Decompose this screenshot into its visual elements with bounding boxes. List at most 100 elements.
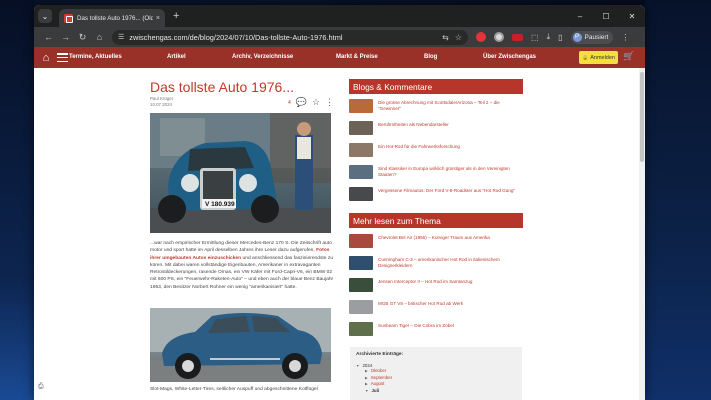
car-photo-illustration bbox=[150, 113, 331, 233]
blog-list-item[interactable]: Die grosse Abrechnung mit Scottsdale/Ari… bbox=[349, 99, 523, 121]
related-list-item[interactable]: Sunbeam Tiger – Die Cobra im Zobel bbox=[349, 322, 523, 344]
hamburger-menu-icon[interactable] bbox=[57, 53, 68, 62]
desktop-wallpaper-left bbox=[0, 0, 34, 400]
sidepanel-icon[interactable]: ▯ bbox=[558, 33, 562, 42]
nav-link-markt[interactable]: Markt & Preise bbox=[336, 54, 378, 60]
comment-icon[interactable]: 💬 bbox=[296, 97, 307, 108]
related-thumbnail bbox=[349, 322, 373, 336]
more-reading-list: Chevrolet Bel Air (1956) – Kurviger Trau… bbox=[349, 234, 523, 344]
archive-month-current[interactable]: ▼ Juli bbox=[365, 388, 516, 395]
collapse-triangle-icon: ▶ bbox=[365, 369, 368, 373]
article-paragraph: ...war nach empirischer Ermittlung diese… bbox=[150, 241, 334, 290]
site-home-icon[interactable]: ⌂ bbox=[39, 51, 53, 65]
more-reading-heading: Mehr lesen zum Thema bbox=[349, 213, 523, 228]
archive-month[interactable]: ▶ August bbox=[365, 381, 516, 388]
article-actions: 4 💬 ☆ ⋮ bbox=[288, 97, 334, 108]
url-text: zwischengas.com/de/blog/2024/07/10/Das-t… bbox=[129, 32, 343, 42]
article-paragraph-continued: Slot-Mags, White-Letter-Tires, seitliche… bbox=[150, 387, 318, 392]
related-list-item[interactable]: MGB GT V8 – britischer Hot Rod ab Werk bbox=[349, 300, 523, 322]
close-tab-icon[interactable]: × bbox=[156, 15, 160, 22]
related-item-title: Sunbeam Tiger – Die Cobra im Zobel bbox=[378, 323, 454, 328]
cart-icon[interactable]: 🛒 bbox=[623, 51, 634, 62]
blog-item-title: Vergessene Filmautos: Der Ford V-8-Roads… bbox=[378, 188, 516, 193]
close-window-button[interactable]: ✕ bbox=[619, 5, 645, 27]
nav-link-artikel[interactable]: Artikel bbox=[167, 54, 186, 60]
blog-item-title: Die grosse Abrechnung mit Scottsdale/Ari… bbox=[378, 100, 500, 112]
page-scrollbar[interactable] bbox=[639, 68, 645, 400]
related-thumbnail bbox=[349, 278, 373, 292]
lock-icon: 🔒 bbox=[581, 54, 589, 61]
nav-link-termine[interactable]: Termine, Aktuelles bbox=[69, 54, 122, 60]
nav-link-archiv[interactable]: Archiv, Verzeichnisse bbox=[232, 54, 293, 60]
favorite-star-icon[interactable]: ☆ bbox=[312, 97, 320, 108]
comment-count: 4 bbox=[288, 99, 291, 106]
blog-thumbnail bbox=[349, 187, 373, 201]
blog-thumbnail bbox=[349, 165, 373, 179]
bookmark-star-icon[interactable]: ☆ bbox=[455, 33, 462, 42]
archive-month[interactable]: ▶ September bbox=[365, 375, 516, 382]
extension-tape-icon[interactable] bbox=[512, 33, 523, 41]
blog-list-item[interactable]: Sind Klassiker in Europa wirklich günsti… bbox=[349, 165, 523, 187]
extension-gray-icon[interactable] bbox=[494, 32, 504, 42]
archive-heading: Archivierte Einträge: bbox=[356, 352, 404, 357]
login-label: Anmelden bbox=[590, 54, 615, 61]
login-button[interactable]: 🔒 Anmelden bbox=[579, 51, 618, 64]
blog-list-item[interactable]: Ein Hot-Rod für die Fahrwerksforschung bbox=[349, 143, 523, 165]
new-tab-button[interactable]: + bbox=[173, 10, 179, 22]
blog-list-item[interactable]: Berühmtheiten als Nebendarsteller bbox=[349, 121, 523, 143]
related-item-title: MGB GT V8 – britischer Hot Rod ab Werk bbox=[378, 301, 464, 306]
extension-red-icon[interactable] bbox=[476, 32, 486, 42]
profile-status-label: Pausiert bbox=[584, 33, 609, 41]
nav-link-blog[interactable]: Blog bbox=[424, 54, 437, 60]
car-side-photo-illustration bbox=[150, 308, 331, 382]
related-item-title: Chevrolet Bel Air (1956) – Kurviger Trau… bbox=[378, 235, 490, 240]
blog-item-title: Ein Hot-Rod für die Fahrwerksforschung bbox=[378, 144, 460, 149]
related-list-item[interactable]: Cunningham C-3 – amerikanischer Hot Rod … bbox=[349, 256, 523, 278]
related-thumbnail bbox=[349, 234, 373, 248]
site-navbar: ⌂ Termine, Aktuelles Artikel Archiv, Ver… bbox=[34, 47, 645, 68]
blog-item-title: Berühmtheiten als Nebendarsteller bbox=[378, 122, 449, 127]
scrollbar-thumb[interactable] bbox=[640, 72, 644, 162]
active-tab[interactable]: Das tollste Auto 1976... (Oldtimer-Bl...… bbox=[59, 9, 165, 27]
license-plate-text: V 180.939 bbox=[205, 201, 235, 208]
article-date: 10.07.2024 bbox=[150, 102, 172, 107]
article-title: Das tollste Auto 1976... bbox=[150, 79, 294, 95]
related-list-item[interactable]: Chevrolet Bel Air (1956) – Kurviger Trau… bbox=[349, 234, 523, 256]
menu-dots-icon[interactable]: ⋮ bbox=[621, 33, 629, 42]
article-photo-car-side[interactable] bbox=[150, 308, 331, 382]
site-info-icon[interactable]: ☰ bbox=[118, 33, 124, 41]
tab-strip: ⌄ Das tollste Auto 1976... (Oldtimer-Bl.… bbox=[34, 5, 645, 27]
window-controls: – ☐ ✕ bbox=[567, 5, 645, 27]
maximize-button[interactable]: ☐ bbox=[593, 5, 619, 27]
minimize-button[interactable]: – bbox=[567, 5, 593, 27]
translate-icon[interactable]: ⇆ bbox=[442, 33, 449, 42]
browser-toolbar: ← → ↻ ⌂ ☰ zwischengas.com/de/blog/2024/0… bbox=[34, 27, 645, 47]
more-options-icon[interactable]: ⋮ bbox=[325, 97, 334, 108]
desktop-wallpaper-right bbox=[645, 0, 711, 400]
profile-button[interactable]: P Pausiert bbox=[570, 30, 614, 44]
page-tool-icon[interactable]: ⎙ bbox=[38, 383, 44, 391]
nav-link-ueber[interactable]: Über Zwischengas bbox=[483, 54, 536, 60]
collapse-triangle-icon: ▶ bbox=[365, 375, 368, 380]
tab-search-icon[interactable]: ⌄ bbox=[38, 9, 52, 23]
related-list-item[interactable]: Jensen Interceptor II – Hot Rod im Samta… bbox=[349, 278, 523, 300]
address-bar[interactable]: ☰ zwischengas.com/de/blog/2024/07/10/Das… bbox=[112, 29, 468, 45]
related-thumbnail bbox=[349, 300, 373, 314]
collapse-triangle-icon: ▶ bbox=[365, 382, 368, 387]
blog-thumbnail bbox=[349, 143, 373, 157]
forward-arrow-icon[interactable]: → bbox=[57, 32, 74, 42]
home-icon[interactable]: ⌂ bbox=[91, 32, 108, 42]
download-icon[interactable]: ⤓ bbox=[547, 32, 551, 42]
expand-triangle-icon: ▼ bbox=[365, 388, 369, 393]
tab-title: Das tollste Auto 1976... (Oldtimer-Bl... bbox=[77, 14, 153, 22]
expand-triangle-icon: ▼ bbox=[356, 364, 360, 368]
back-arrow-icon[interactable]: ← bbox=[40, 32, 57, 42]
archive-month[interactable]: ▶ Oktober bbox=[365, 368, 516, 375]
profile-avatar: P bbox=[572, 32, 582, 42]
extensions-puzzle-icon[interactable]: ⬚ bbox=[531, 33, 539, 42]
related-item-title: Cunningham C-3 – amerikanischer Hot Rod … bbox=[378, 257, 500, 269]
article-author: Paul Krüger bbox=[150, 96, 174, 101]
reload-icon[interactable]: ↻ bbox=[74, 32, 91, 43]
blog-list-item[interactable]: Vergessene Filmautos: Der Ford V-8-Roads… bbox=[349, 187, 523, 209]
article-photo-car-front[interactable]: V 180.939 bbox=[150, 113, 331, 233]
